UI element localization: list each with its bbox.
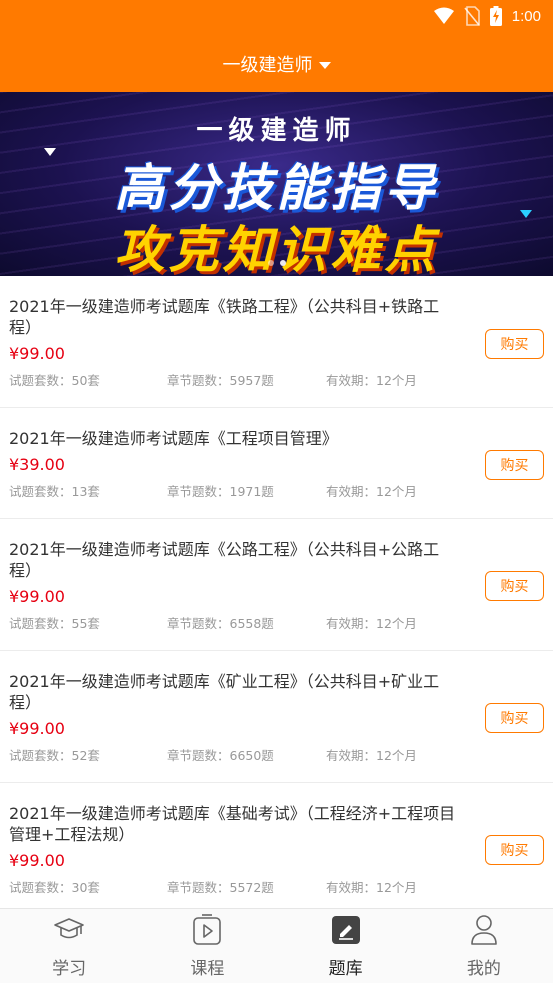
wifi-icon <box>433 7 454 24</box>
item-chapter-count: 章节题数：6558题 <box>167 616 274 631</box>
item-validity: 有效期：12个月 <box>326 373 417 388</box>
item-title: 2021年一级建造师考试题库《矿业工程》（公共科目+矿业工程） <box>9 672 440 712</box>
tab-label: 课程 <box>190 959 225 979</box>
item-title: 2021年一级建造师考试题库《基础考试》（工程经济+工程项目管理+工程法规） <box>9 804 456 844</box>
buy-button[interactable]: 购买 <box>485 450 544 480</box>
item-meta: 试题套数：30套 章节题数：5572题 有效期：12个月 <box>9 877 461 908</box>
item-title: 2021年一级建造师考试题库《工程项目管理》 <box>9 429 338 448</box>
list-item[interactable]: 2021年一级建造师考试题库《矿业工程》（公共科目+矿业工程） ¥99.00 试… <box>0 651 553 783</box>
item-chapter-count: 章节题数：5572题 <box>167 880 274 895</box>
item-title: 2021年一级建造师考试题库《铁路工程》（公共科目+铁路工程） <box>9 297 440 337</box>
status-bar: 1:00 <box>0 0 553 36</box>
item-validity: 有效期：12个月 <box>326 484 417 499</box>
buy-button[interactable]: 购买 <box>485 703 544 733</box>
tab-courses[interactable]: 课程 <box>138 909 276 983</box>
item-chapter-count: 章节题数：1971题 <box>167 484 274 499</box>
user-icon <box>468 914 500 946</box>
tab-label: 学习 <box>52 959 87 979</box>
bottom-tab-bar: 学习 课程 题库 我的 <box>0 908 553 983</box>
item-price: ¥99.00 <box>9 851 65 870</box>
item-set-count: 试题套数：55套 <box>9 616 100 631</box>
promo-banner[interactable]: 一级建造师 高分技能指导 攻克知识难点 <box>0 92 553 276</box>
status-icons: 1:00 <box>433 6 541 26</box>
page-title: 一级建造师 <box>222 55 313 76</box>
video-play-icon <box>191 914 223 946</box>
caret-down-icon <box>318 61 331 69</box>
battery-charging-icon <box>489 6 502 26</box>
item-chapter-count: 章节题数：5957题 <box>167 373 274 388</box>
item-title: 2021年一级建造师考试题库《公路工程》（公共科目+公路工程） <box>9 540 440 580</box>
item-price: ¥39.00 <box>9 455 65 474</box>
item-set-count: 试题套数：30套 <box>9 880 100 895</box>
tab-profile[interactable]: 我的 <box>415 909 553 983</box>
list-item[interactable]: 2021年一级建造师考试题库《基础考试》（工程经济+工程项目管理+工程法规） ¥… <box>0 783 553 908</box>
item-chapter-count: 章节题数：6650题 <box>167 748 274 763</box>
item-meta: 试题套数：13套 章节题数：1971题 有效期：12个月 <box>9 481 461 518</box>
item-meta: 试题套数：50套 章节题数：5957题 有效期：12个月 <box>9 370 461 407</box>
status-time: 1:00 <box>511 7 541 25</box>
graduation-cap-icon <box>53 914 85 946</box>
item-validity: 有效期：12个月 <box>326 748 417 763</box>
carousel-indicator <box>267 260 286 266</box>
tab-study[interactable]: 学习 <box>0 909 138 983</box>
item-price: ¥99.00 <box>9 344 65 363</box>
tab-question-bank[interactable]: 题库 <box>277 909 415 983</box>
banner-slogan-secondary: 攻克知识难点 <box>114 221 439 276</box>
app-bar: 一级建造师 <box>0 36 553 92</box>
no-sim-icon <box>464 6 480 26</box>
item-validity: 有效期：12个月 <box>326 616 417 631</box>
carousel-dot <box>267 260 274 266</box>
list-item[interactable]: 2021年一级建造师考试题库《铁路工程》（公共科目+铁路工程） ¥99.00 试… <box>0 276 553 408</box>
item-set-count: 试题套数：50套 <box>9 373 100 388</box>
edit-note-icon <box>330 914 362 946</box>
question-bank-list[interactable]: 2021年一级建造师考试题库《铁路工程》（公共科目+铁路工程） ¥99.00 试… <box>0 276 553 908</box>
banner-headline: 一级建造师 <box>196 116 357 146</box>
list-item[interactable]: 2021年一级建造师考试题库《工程项目管理》 ¥39.00 试题套数：13套 章… <box>0 408 553 519</box>
item-set-count: 试题套数：52套 <box>9 748 100 763</box>
exam-category-selector[interactable]: 一级建造师 <box>223 51 331 77</box>
carousel-dot-active <box>279 260 286 266</box>
buy-button[interactable]: 购买 <box>485 835 544 865</box>
item-price: ¥99.00 <box>9 719 65 738</box>
item-meta: 试题套数：55套 章节题数：6558题 有效期：12个月 <box>9 613 461 650</box>
buy-button[interactable]: 购买 <box>485 329 544 359</box>
list-item[interactable]: 2021年一级建造师考试题库《公路工程》（公共科目+公路工程） ¥99.00 试… <box>0 519 553 651</box>
tab-label: 我的 <box>466 959 501 979</box>
item-validity: 有效期：12个月 <box>326 880 417 895</box>
item-price: ¥99.00 <box>9 587 65 606</box>
tab-label: 题库 <box>328 959 363 979</box>
item-set-count: 试题套数：13套 <box>9 484 100 499</box>
buy-button[interactable]: 购买 <box>485 571 544 601</box>
item-meta: 试题套数：52套 章节题数：6650题 有效期：12个月 <box>9 745 461 782</box>
